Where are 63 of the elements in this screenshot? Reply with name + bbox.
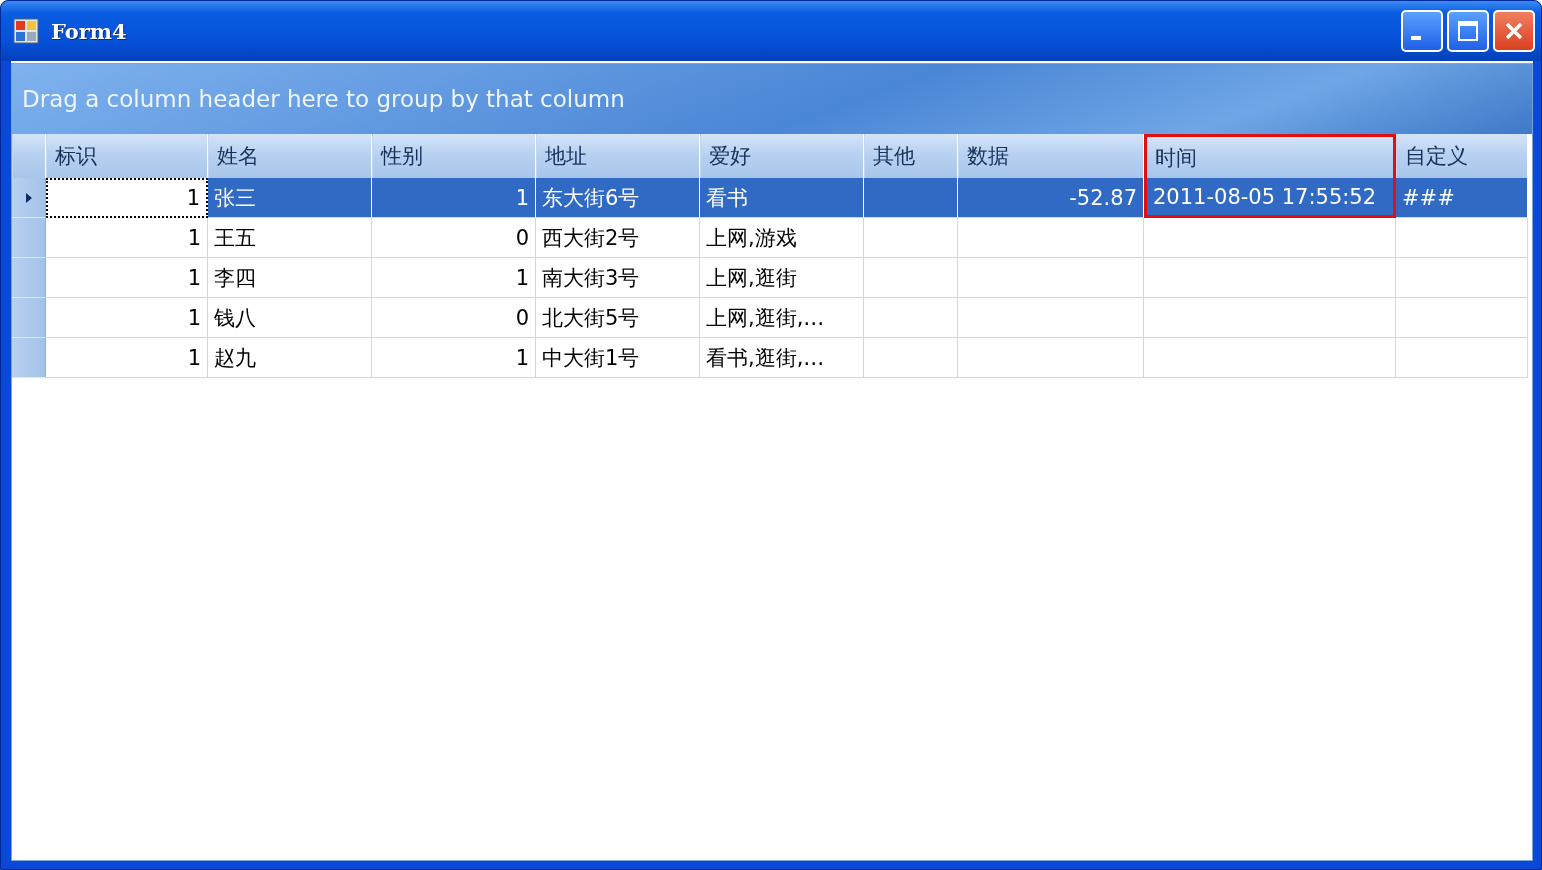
close-button[interactable]	[1493, 10, 1535, 52]
table-cell[interactable]: 北大街5号	[536, 298, 700, 338]
table-cell[interactable]: 1	[46, 218, 208, 258]
group-panel-hint: Drag a column header here to group by that column	[22, 86, 625, 112]
table-cell[interactable]: 0	[372, 298, 536, 338]
table-cell[interactable]	[864, 298, 958, 338]
table-cell[interactable]: 西大街2号	[536, 218, 700, 258]
table-cell[interactable]: 1	[372, 258, 536, 298]
table-cell[interactable]: ###	[1396, 178, 1528, 218]
table-cell[interactable]: 1	[372, 178, 536, 218]
close-icon	[1505, 22, 1523, 40]
column-header[interactable]: 姓名	[208, 134, 372, 178]
minimize-icon	[1411, 36, 1421, 40]
table-cell[interactable]: 中大街1号	[536, 338, 700, 378]
column-header[interactable]: 数据	[958, 134, 1144, 178]
table-cell[interactable]	[1144, 298, 1396, 338]
minimize-button[interactable]	[1401, 10, 1443, 52]
table-cell[interactable]: 看书	[700, 178, 864, 218]
current-row-icon	[23, 190, 34, 205]
table-cell[interactable]	[1144, 338, 1396, 378]
table-cell[interactable]	[864, 218, 958, 258]
column-header[interactable]: 时间	[1144, 134, 1396, 178]
table-cell[interactable]: 东大街6号	[536, 178, 700, 218]
table-cell[interactable]	[958, 338, 1144, 378]
table-cell[interactable]	[958, 258, 1144, 298]
column-header[interactable]: 性别	[372, 134, 536, 178]
window-title: Form4	[51, 18, 128, 44]
table-cell[interactable]: 钱八	[208, 298, 372, 338]
table-cell[interactable]: 上网,逛街,…	[700, 298, 864, 338]
table-cell[interactable]: 1	[46, 258, 208, 298]
table-cell[interactable]: 1	[46, 338, 208, 378]
table-cell[interactable]: 上网,游戏	[700, 218, 864, 258]
table-cell[interactable]	[1144, 258, 1396, 298]
column-header[interactable]: 标识	[46, 134, 208, 178]
column-header[interactable]: 自定义	[1396, 134, 1528, 178]
table-cell[interactable]: 张三	[208, 178, 372, 218]
table-cell[interactable]: 赵九	[208, 338, 372, 378]
table-cell[interactable]: 上网,逛街	[700, 258, 864, 298]
table-cell[interactable]	[864, 338, 958, 378]
table-cell[interactable]	[864, 258, 958, 298]
table-cell[interactable]: 2011-08-05 17:55:52	[1144, 178, 1396, 218]
maximize-icon	[1458, 21, 1478, 41]
table-cell[interactable]: 看书,逛街,…	[700, 338, 864, 378]
table-cell[interactable]	[1396, 298, 1528, 338]
table-cell[interactable]: 1	[372, 338, 536, 378]
table-cell[interactable]: 1	[46, 298, 208, 338]
column-header[interactable]: 爱好	[700, 134, 864, 178]
table-cell[interactable]: 1	[46, 178, 208, 218]
column-header[interactable]: 其他	[864, 134, 958, 178]
table-cell[interactable]	[1396, 338, 1528, 378]
table-cell[interactable]: 0	[372, 218, 536, 258]
maximize-button[interactable]	[1447, 10, 1489, 52]
table-cell[interactable]	[1396, 258, 1528, 298]
table-cell[interactable]	[1144, 218, 1396, 258]
table-cell[interactable]: -52.87	[958, 178, 1144, 218]
table-cell[interactable]	[1396, 218, 1528, 258]
table-cell[interactable]	[958, 298, 1144, 338]
table-cell[interactable]	[958, 218, 1144, 258]
column-header[interactable]: 地址	[536, 134, 700, 178]
table-cell[interactable]: 南大街3号	[536, 258, 700, 298]
app-icon	[13, 18, 39, 44]
table-cell[interactable]: 王五	[208, 218, 372, 258]
table-cell[interactable]: 李四	[208, 258, 372, 298]
